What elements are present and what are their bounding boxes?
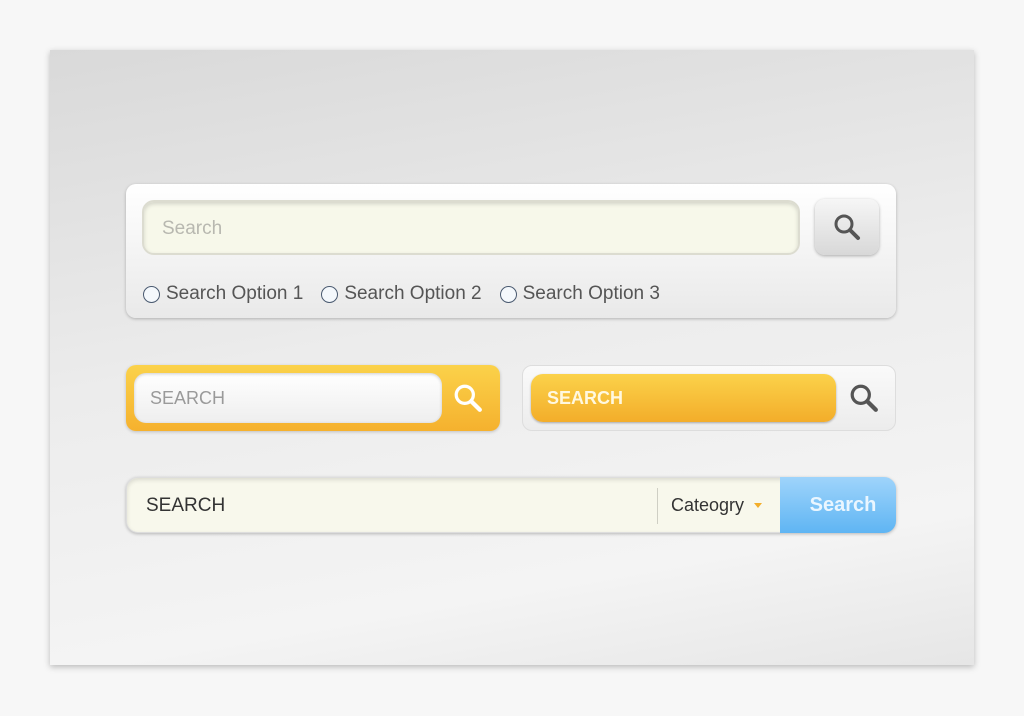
option-label: Search Option 1 bbox=[166, 283, 304, 304]
radio-button[interactable] bbox=[143, 285, 160, 303]
search-input[interactable]: SEARCH bbox=[134, 373, 442, 423]
search-input[interactable]: SEARCH bbox=[531, 374, 836, 422]
search-icon bbox=[834, 214, 860, 240]
background-card bbox=[50, 50, 974, 665]
category-dropdown[interactable]: Cateogry bbox=[671, 495, 763, 516]
category-label: Cateogry bbox=[671, 495, 745, 515]
option-label: Search Option 2 bbox=[344, 283, 482, 304]
divider bbox=[657, 488, 658, 524]
radio-button[interactable] bbox=[321, 285, 339, 303]
search-button[interactable] bbox=[446, 375, 490, 421]
search-input[interactable]: Search bbox=[142, 200, 800, 255]
search-option-3[interactable]: Search Option 3 bbox=[499, 283, 660, 305]
search-icon bbox=[850, 384, 878, 412]
search-option-1[interactable]: Search Option 1 bbox=[143, 283, 303, 305]
search-icon bbox=[454, 384, 482, 412]
search-options: Search Option 1 Search Option 2 Search O… bbox=[143, 283, 660, 305]
option-label: Search Option 3 bbox=[522, 283, 660, 304]
search-input[interactable]: SEARCH bbox=[146, 495, 225, 517]
radio-button[interactable] bbox=[499, 285, 517, 303]
search-button[interactable]: Search bbox=[780, 477, 896, 533]
search-button[interactable] bbox=[842, 376, 886, 420]
search-button[interactable] bbox=[815, 199, 879, 255]
caret-down-icon bbox=[754, 503, 763, 508]
search-option-2[interactable]: Search Option 2 bbox=[321, 283, 482, 305]
